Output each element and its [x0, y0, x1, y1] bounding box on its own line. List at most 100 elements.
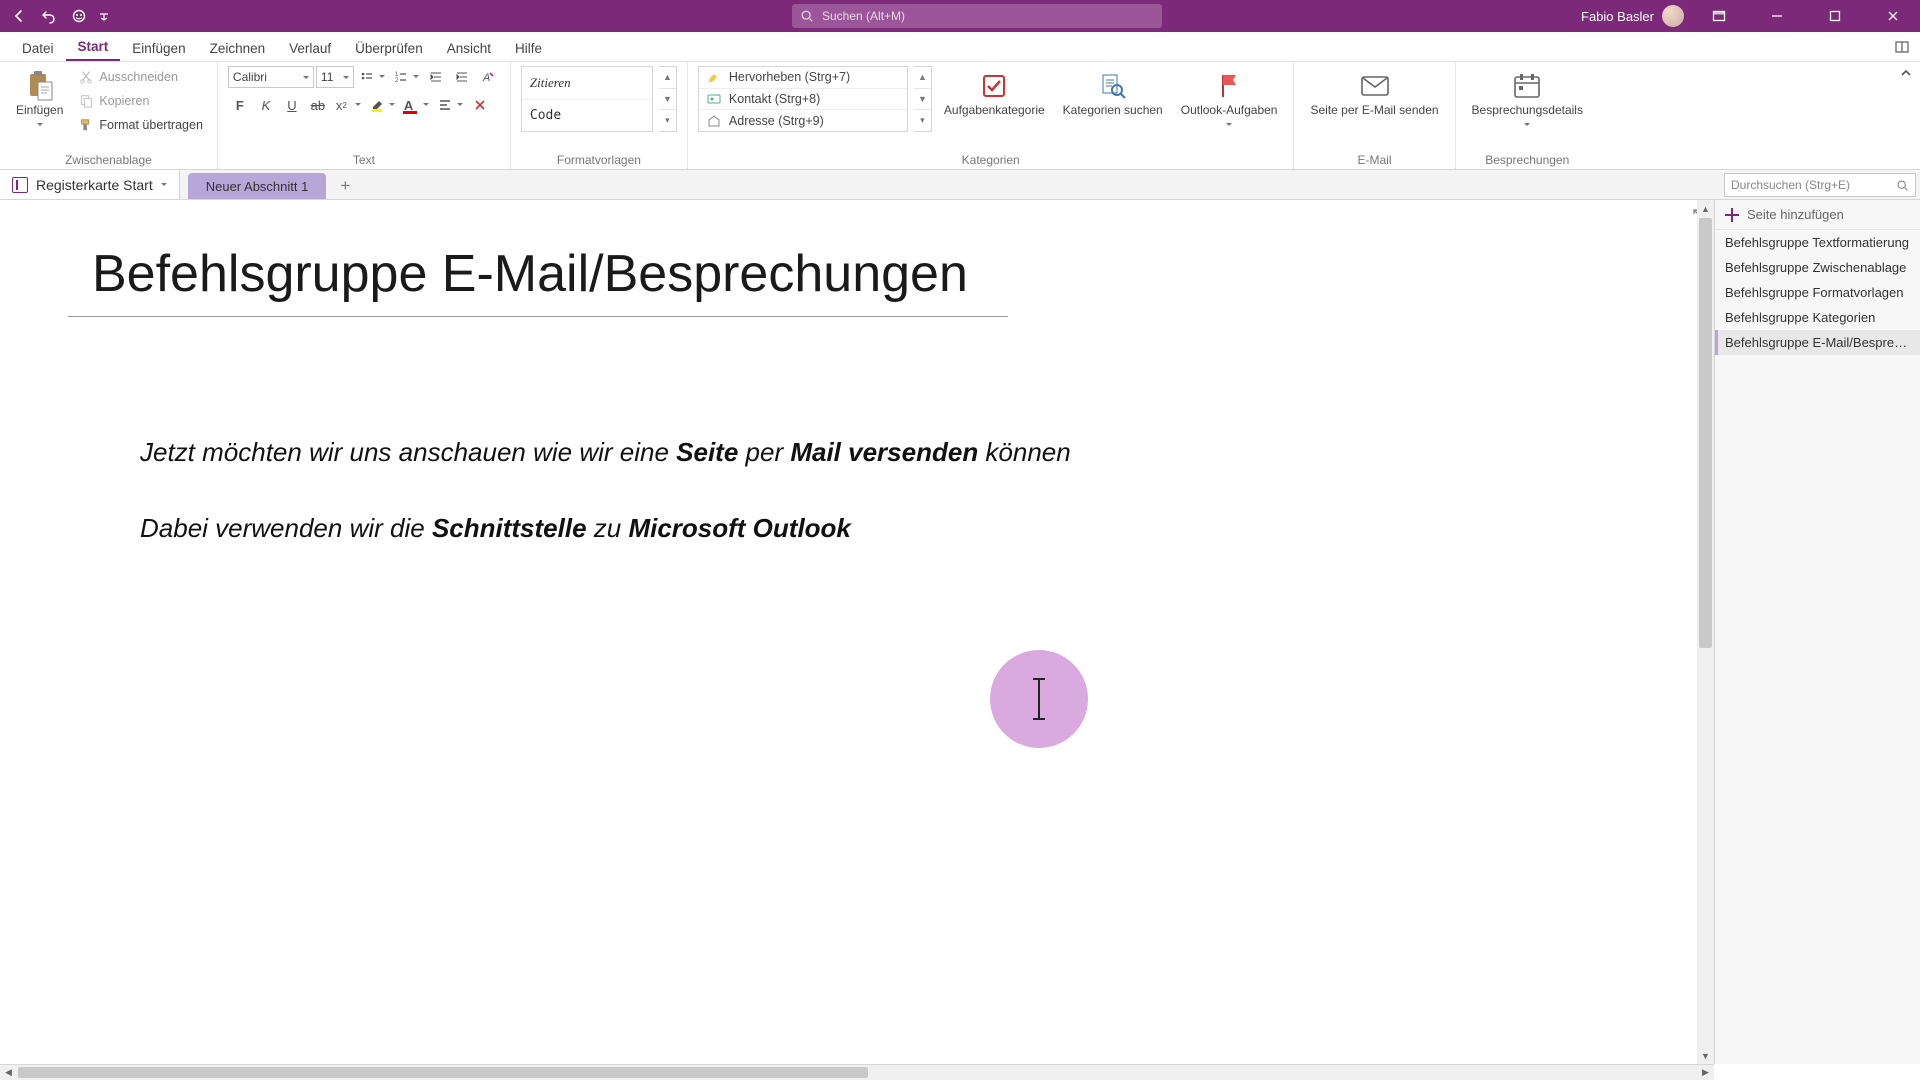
plus-icon — [1725, 208, 1739, 222]
page-item[interactable]: Befehlsgruppe Zwischenablage — [1715, 255, 1920, 280]
style-quote[interactable]: Zitieren — [522, 67, 652, 100]
bullets-button[interactable] — [356, 66, 388, 88]
chevron-down-icon — [161, 183, 167, 189]
numbering-button[interactable]: 12 — [390, 66, 422, 88]
align-button[interactable] — [434, 94, 466, 116]
chevron-down-icon[interactable]: ▼ — [914, 89, 931, 111]
cut-button[interactable]: Ausschneiden — [75, 66, 207, 88]
styles-gallery-scroll[interactable]: ▲ ▼ ▾ — [659, 66, 677, 132]
paste-button[interactable]: Einfügen — [10, 66, 69, 133]
tag-address[interactable]: Adresse (Strg+9) — [699, 110, 907, 131]
find-tags-button[interactable]: Kategorien suchen — [1057, 66, 1169, 122]
cut-icon — [79, 70, 93, 84]
scroll-down-button[interactable]: ▼ — [1697, 1047, 1714, 1064]
outlook-tasks-button[interactable]: Outlook-Aufgaben — [1175, 66, 1284, 133]
chevron-up-icon[interactable]: ▲ — [659, 67, 676, 89]
chevron-down-icon[interactable]: ▼ — [659, 89, 676, 111]
undo-button[interactable] — [36, 3, 62, 29]
more-icon[interactable]: ▾ — [914, 110, 931, 131]
close-button[interactable] — [1870, 0, 1916, 32]
section-tab[interactable]: Neuer Abschnitt 1 — [188, 173, 327, 199]
page-item[interactable]: Befehlsgruppe Formatvorlagen — [1715, 280, 1920, 305]
calendar-icon — [1511, 70, 1543, 102]
format-painter-button[interactable]: Format übertragen — [75, 114, 207, 136]
font-color-button[interactable]: A — [400, 94, 432, 116]
scroll-right-button[interactable]: ▶ — [1697, 1065, 1714, 1080]
touch-mode-button[interactable] — [66, 3, 92, 29]
scroll-thumb[interactable] — [18, 1067, 868, 1078]
meeting-details-button[interactable]: Besprechungsdetails — [1466, 66, 1589, 133]
strikethrough-button[interactable]: ab — [306, 94, 330, 116]
group-clipboard: Einfügen Ausschneiden Kopieren Format üb… — [0, 62, 218, 169]
tag-contact[interactable]: Kontakt (Strg+8) — [699, 89, 907, 111]
scroll-up-button[interactable]: ▲ — [1697, 200, 1714, 217]
highlight-button[interactable] — [366, 94, 398, 116]
maximize-button[interactable] — [1812, 0, 1858, 32]
tags-gallery[interactable]: Hervorheben (Strg+7) Kontakt (Strg+8) Ad… — [698, 66, 908, 132]
tab-view[interactable]: Ansicht — [435, 35, 503, 61]
search-icon — [800, 9, 814, 23]
add-page-button[interactable]: Seite hinzufügen — [1715, 200, 1920, 230]
font-family-select[interactable]: Calibri — [228, 66, 314, 88]
group-email: Seite per E-Mail senden E-Mail — [1294, 62, 1455, 169]
tab-home[interactable]: Start — [66, 33, 121, 61]
tags-gallery-scroll[interactable]: ▲ ▼ ▾ — [914, 66, 932, 132]
flag-icon — [1213, 70, 1245, 102]
styles-gallery[interactable]: Zitieren Code — [521, 66, 653, 132]
vertical-scrollbar[interactable]: ▲ ▼ — [1697, 200, 1714, 1064]
page-item[interactable]: Befehlsgruppe Kategorien — [1715, 305, 1920, 330]
page-title[interactable]: Befehlsgruppe E-Mail/Besprechungen — [92, 244, 968, 304]
page-item[interactable]: Befehlsgruppe Textformatierung — [1715, 230, 1920, 255]
tab-history[interactable]: Verlauf — [277, 35, 343, 61]
body-line-1[interactable]: Jetzt möchten wir uns anschauen wie wir … — [140, 434, 1071, 470]
group-label-tags: Kategorien — [698, 151, 1284, 167]
tag-highlight[interactable]: Hervorheben (Strg+7) — [699, 67, 907, 89]
outdent-button[interactable] — [424, 66, 448, 88]
search-pages-input[interactable]: Durchsuchen (Strg+E) — [1724, 173, 1916, 197]
back-button[interactable] — [6, 3, 32, 29]
bold-button[interactable]: F — [228, 94, 252, 116]
minimize-button[interactable] — [1754, 0, 1800, 32]
highlight-tag-icon — [707, 70, 721, 84]
tab-insert[interactable]: Einfügen — [120, 35, 197, 61]
svg-text:2: 2 — [395, 78, 399, 84]
page-canvas[interactable]: Befehlsgruppe E-Mail/Besprechungen Jetzt… — [0, 200, 1714, 1064]
tab-file[interactable]: Datei — [10, 35, 66, 61]
tell-me-search[interactable]: Suchen (Alt+M) — [792, 4, 1162, 28]
clear-formatting-button[interactable]: A — [476, 66, 500, 88]
italic-button[interactable]: K — [254, 94, 278, 116]
group-meetings: Besprechungsdetails Besprechungen — [1456, 62, 1599, 169]
page-body[interactable]: Jetzt möchten wir uns anschauen wie wir … — [140, 434, 1071, 587]
subscript-button[interactable]: x2 — [332, 94, 364, 116]
delete-button[interactable] — [468, 94, 492, 116]
notebook-dropdown[interactable]: Registerkarte Start — [0, 170, 180, 199]
avatar — [1662, 5, 1684, 27]
share-button[interactable] — [1892, 38, 1912, 56]
copy-button[interactable]: Kopieren — [75, 90, 207, 112]
collapse-ribbon-button[interactable] — [1892, 62, 1920, 169]
chevron-up-icon[interactable]: ▲ — [914, 67, 931, 89]
scroll-thumb[interactable] — [1699, 218, 1712, 648]
add-section-button[interactable]: + — [332, 173, 358, 199]
more-icon[interactable]: ▾ — [659, 110, 676, 131]
ribbon-display-options-button[interactable] — [1696, 0, 1742, 32]
page-item[interactable]: Befehlsgruppe E-Mail/Besprechu — [1715, 330, 1920, 355]
task-category-button[interactable]: Aufgabenkategorie — [938, 66, 1051, 122]
align-icon — [438, 98, 452, 112]
tab-draw[interactable]: Zeichnen — [198, 35, 278, 61]
group-tags: Hervorheben (Strg+7) Kontakt (Strg+8) Ad… — [688, 62, 1295, 169]
style-code[interactable]: Code — [522, 100, 652, 132]
address-tag-icon — [707, 114, 721, 128]
underline-button[interactable]: U — [280, 94, 304, 116]
tab-help[interactable]: Hilfe — [503, 35, 554, 61]
tab-review[interactable]: Überprüfen — [343, 35, 435, 61]
horizontal-scrollbar[interactable]: ◀ ▶ — [0, 1064, 1714, 1080]
indent-button[interactable] — [450, 66, 474, 88]
qat-customize-button[interactable] — [96, 3, 112, 29]
body-line-2[interactable]: Dabei verwenden wir die Schnittstelle zu… — [140, 510, 1071, 546]
email-page-button[interactable]: Seite per E-Mail senden — [1304, 66, 1444, 122]
bullets-icon — [360, 70, 374, 84]
scroll-left-button[interactable]: ◀ — [0, 1065, 17, 1080]
font-size-select[interactable]: 11 — [316, 66, 354, 88]
account-button[interactable]: Fabio Basler — [1581, 5, 1684, 27]
